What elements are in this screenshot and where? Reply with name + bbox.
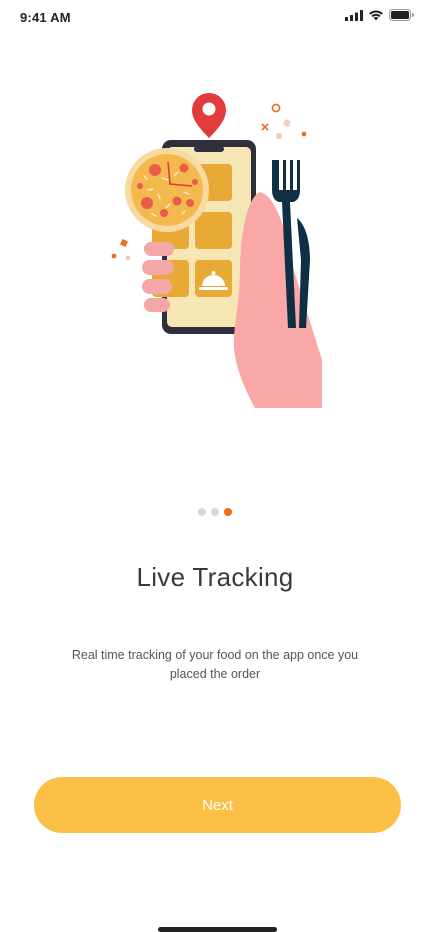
- status-bar: 9:41 AM: [0, 0, 430, 36]
- food-tracking-illustration: [111, 93, 322, 408]
- status-time: 9:41 AM: [20, 10, 71, 25]
- wifi-icon: [369, 10, 383, 21]
- right-hand-illustration: [233, 192, 322, 408]
- next-button[interactable]: Next: [34, 777, 401, 833]
- page-title: Live Tracking: [136, 562, 294, 592]
- home-indicator[interactable]: [158, 927, 277, 932]
- location-pin-icon: [192, 93, 226, 138]
- page-indicator-dot: [211, 508, 219, 516]
- page-description: Real time tracking of your food on the a…: [71, 648, 359, 681]
- page-indicator-dot: [198, 508, 206, 516]
- pizza-illustration: [125, 148, 209, 232]
- cellular-signal-icon: [345, 9, 363, 21]
- page-indicator: [0, 508, 430, 516]
- status-icons: [345, 9, 414, 21]
- page-indicator-dot-active: [224, 508, 232, 516]
- battery-icon: [389, 9, 414, 21]
